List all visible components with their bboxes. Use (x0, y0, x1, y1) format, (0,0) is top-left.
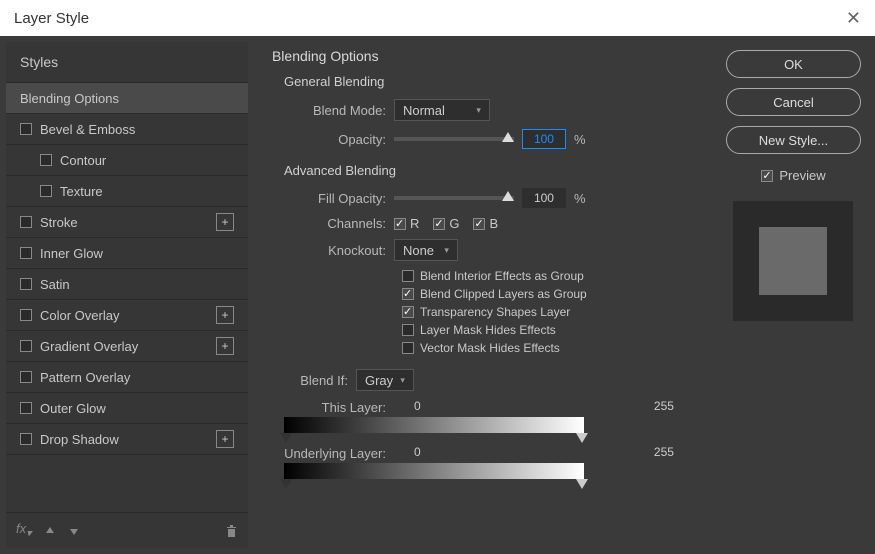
cancel-button[interactable]: Cancel (726, 88, 861, 116)
style-checkbox[interactable] (20, 309, 32, 321)
chevron-down-icon: ▾ (444, 245, 449, 256)
sidebar-header: Styles (6, 42, 248, 83)
main-panel: Blending Options General Blending Blend … (254, 42, 712, 548)
main-title: Blending Options (272, 48, 694, 64)
blendif-label: Blend If: (272, 373, 348, 388)
sidebar-item-outer-glow[interactable]: Outer Glow (6, 393, 248, 424)
blendif-section: Blend If: Gray ▾ This Layer: 0255 Underl… (284, 369, 694, 479)
preview-swatch (759, 227, 827, 295)
channels-label: Channels: (284, 216, 386, 231)
transparency-shapes-checkbox[interactable] (402, 306, 414, 318)
style-list: Blending Options Bevel & Emboss Contour Tex… (6, 83, 248, 512)
sidebar-item-gradient-overlay[interactable]: Gradient Overlay + (6, 331, 248, 362)
plus-icon[interactable]: + (216, 213, 234, 231)
sidebar-item-contour[interactable]: Contour (6, 145, 248, 176)
knockout-dropdown[interactable]: None ▾ (394, 239, 458, 261)
sidebar-item-label: Outer Glow (40, 401, 106, 416)
fx-icon[interactable]: fx▾ (16, 521, 32, 540)
sidebar-item-blending-options[interactable]: Blending Options (6, 83, 248, 114)
arrow-down-icon[interactable] (68, 525, 80, 537)
sidebar-item-drop-shadow[interactable]: Drop Shadow + (6, 424, 248, 455)
style-checkbox[interactable] (40, 185, 52, 197)
sidebar-item-label: Pattern Overlay (40, 370, 130, 385)
sidebar-bottom-bar: fx▾ (6, 512, 248, 548)
sidebar-item-label: Inner Glow (40, 246, 103, 261)
sidebar-item-stroke[interactable]: Stroke + (6, 207, 248, 238)
style-checkbox[interactable] (20, 216, 32, 228)
sidebar-item-label: Satin (40, 277, 70, 292)
this-layer-slider[interactable] (284, 417, 584, 433)
sidebar-item-label: Color Overlay (40, 308, 119, 323)
close-icon[interactable]: ✕ (846, 8, 861, 29)
opacity-slider[interactable] (394, 137, 514, 141)
fill-opacity-label: Fill Opacity: (284, 191, 386, 206)
general-title: General Blending (284, 74, 694, 89)
plus-icon[interactable]: + (216, 430, 234, 448)
blend-clipped-checkbox[interactable] (402, 288, 414, 300)
chevron-down-icon: ▾ (476, 105, 481, 116)
plus-icon[interactable]: + (216, 337, 234, 355)
sidebar-item-label: Drop Shadow (40, 432, 119, 447)
blend-mode-dropdown[interactable]: Normal ▾ (394, 99, 490, 121)
style-checkbox[interactable] (20, 123, 32, 135)
fill-opacity-input[interactable] (522, 188, 566, 208)
ok-button[interactable]: OK (726, 50, 861, 78)
this-layer-label: This Layer: (284, 400, 386, 415)
arrow-up-icon[interactable] (44, 525, 56, 537)
style-checkbox[interactable] (20, 433, 32, 445)
plus-icon[interactable]: + (216, 306, 234, 324)
blendif-dropdown[interactable]: Gray ▾ (356, 369, 414, 391)
advanced-blending-section: Advanced Blending Fill Opacity: % Channe… (284, 163, 694, 355)
styles-sidebar: Styles Blending Options Bevel & Emboss Con… (6, 42, 248, 548)
preview-label: Preview (779, 168, 825, 183)
knockout-label: Knockout: (284, 243, 386, 258)
sidebar-item-label: Gradient Overlay (40, 339, 138, 354)
chevron-down-icon: ▾ (400, 375, 405, 386)
preview-box (733, 201, 853, 321)
sidebar-item-inner-glow[interactable]: Inner Glow (6, 238, 248, 269)
sidebar-item-label: Stroke (40, 215, 78, 230)
titlebar: Layer Style ✕ (0, 0, 875, 36)
sidebar-item-color-overlay[interactable]: Color Overlay + (6, 300, 248, 331)
channel-b-checkbox[interactable] (473, 218, 485, 230)
underlying-layer-slider[interactable] (284, 463, 584, 479)
opacity-input[interactable] (522, 129, 566, 149)
sidebar-item-bevel-emboss[interactable]: Bevel & Emboss (6, 114, 248, 145)
style-checkbox[interactable] (20, 371, 32, 383)
blend-interior-checkbox[interactable] (402, 270, 414, 282)
new-style-button[interactable]: New Style... (726, 126, 861, 154)
sidebar-item-satin[interactable]: Satin (6, 269, 248, 300)
style-checkbox[interactable] (40, 154, 52, 166)
sidebar-item-label: Blending Options (20, 91, 119, 106)
sidebar-item-texture[interactable]: Texture (6, 176, 248, 207)
advanced-title: Advanced Blending (284, 163, 694, 178)
channel-r-checkbox[interactable] (394, 218, 406, 230)
opacity-label: Opacity: (284, 132, 386, 147)
sidebar-item-label: Texture (60, 184, 103, 199)
vector-mask-hides-checkbox[interactable] (402, 342, 414, 354)
trash-icon[interactable] (225, 524, 238, 538)
style-checkbox[interactable] (20, 247, 32, 259)
style-checkbox[interactable] (20, 402, 32, 414)
underlying-layer-label: Underlying Layer: (284, 446, 386, 461)
dialog-title: Layer Style (14, 10, 89, 27)
blend-mode-label: Blend Mode: (284, 103, 386, 118)
layer-style-dialog: Layer Style ✕ Styles Blending Options Bev… (0, 0, 875, 554)
right-panel: OK Cancel New Style... Preview (718, 42, 869, 548)
layer-mask-hides-checkbox[interactable] (402, 324, 414, 336)
sidebar-item-label: Contour (60, 153, 106, 168)
general-blending-section: General Blending Blend Mode: Normal ▾ Op… (284, 74, 694, 149)
sidebar-item-label: Bevel & Emboss (40, 122, 135, 137)
fill-opacity-slider[interactable] (394, 196, 514, 200)
channel-g-checkbox[interactable] (433, 218, 445, 230)
sidebar-item-pattern-overlay[interactable]: Pattern Overlay (6, 362, 248, 393)
preview-checkbox[interactable] (761, 170, 773, 182)
style-checkbox[interactable] (20, 278, 32, 290)
style-checkbox[interactable] (20, 340, 32, 352)
